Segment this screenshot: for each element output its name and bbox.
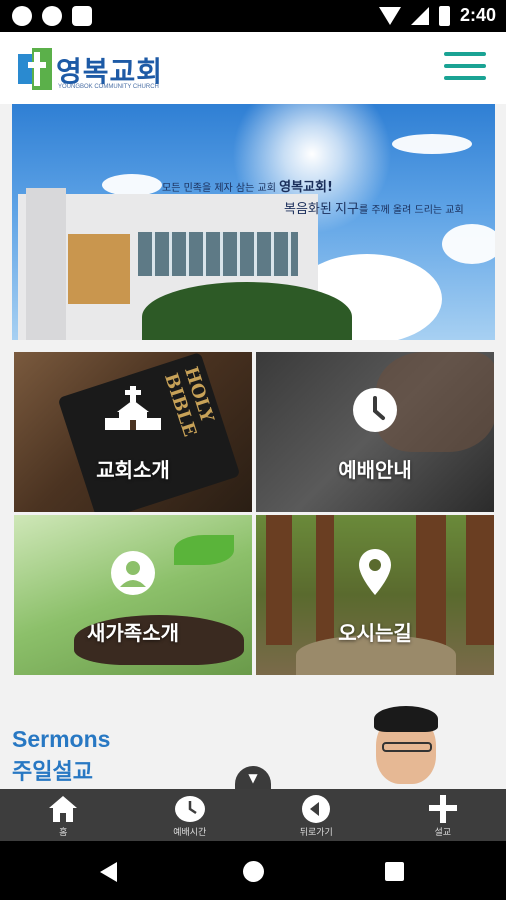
- app-header: 영복교회 YOUNGBOK COMMUNITY CHURCH: [0, 32, 506, 104]
- plus-icon: [428, 795, 457, 823]
- bottom-navigation: 홈 예배시간 뒤로가기 설교: [0, 789, 506, 841]
- tile-directions[interactable]: 오시는길: [256, 515, 494, 675]
- nav-home[interactable]: 홈: [0, 789, 127, 841]
- sd-card-icon: [72, 6, 92, 26]
- nav-label: 홈: [59, 828, 68, 838]
- sermons-title-en: Sermons: [12, 726, 111, 752]
- tile-church-intro[interactable]: HOLY BIBLE 교회소개: [14, 352, 252, 512]
- clock-icon: [174, 796, 205, 822]
- nav-label: 설교: [434, 828, 452, 838]
- logo-subtitle: YOUNGBOK COMMUNITY CHURCH: [58, 84, 159, 90]
- clock-icon: [353, 388, 397, 432]
- home-icon: [49, 796, 78, 822]
- tile-label: 새가족소개: [87, 621, 179, 645]
- battery-icon: [438, 5, 450, 26]
- notification-icon: [12, 6, 32, 26]
- nav-label: 뒤로가기: [299, 828, 333, 838]
- banner-slogan-line2: 복음화된 지구를 주께 올려 드리는 교회: [284, 202, 464, 217]
- system-navigation-bar: [0, 841, 506, 900]
- signal-icon: [410, 6, 429, 25]
- church-icon: [105, 386, 161, 430]
- tile-label: 교회소개: [96, 458, 170, 482]
- nav-back[interactable]: 뒤로가기: [253, 789, 380, 841]
- system-recents-icon[interactable]: [385, 862, 404, 881]
- record-icon: [42, 6, 62, 26]
- banner-slogan-line1: 모든 민족을 제자 삼는 교회 영복교회!: [162, 180, 333, 195]
- tile-worship-info[interactable]: 예배안내: [256, 352, 494, 512]
- system-home-icon[interactable]: [243, 861, 264, 882]
- hamburger-menu-icon[interactable]: [444, 52, 486, 82]
- system-back-icon[interactable]: [100, 862, 117, 882]
- location-pin-icon: [359, 549, 391, 595]
- church-logo-icon[interactable]: [18, 48, 52, 90]
- back-arrow-icon: [302, 795, 331, 823]
- nav-label: 예배시간: [173, 828, 207, 838]
- tile-label: 예배안내: [338, 458, 412, 482]
- status-time: 2:40: [459, 5, 496, 25]
- wifi-icon: [378, 6, 401, 25]
- status-bar: 2:40: [0, 0, 506, 32]
- pastor-photo: [368, 706, 442, 790]
- person-icon: [111, 551, 155, 595]
- tile-label: 오시는길: [338, 621, 412, 645]
- nav-worship-time[interactable]: 예배시간: [127, 789, 254, 841]
- sermons-title-ko: 주일설교: [12, 760, 93, 785]
- hero-banner: 모든 민족을 제자 삼는 교회 영복교회! 복음화된 지구를 주께 올려 드리는…: [12, 104, 495, 340]
- tile-new-family[interactable]: 새가족소개: [14, 515, 252, 675]
- nav-sermon[interactable]: 설교: [380, 789, 506, 841]
